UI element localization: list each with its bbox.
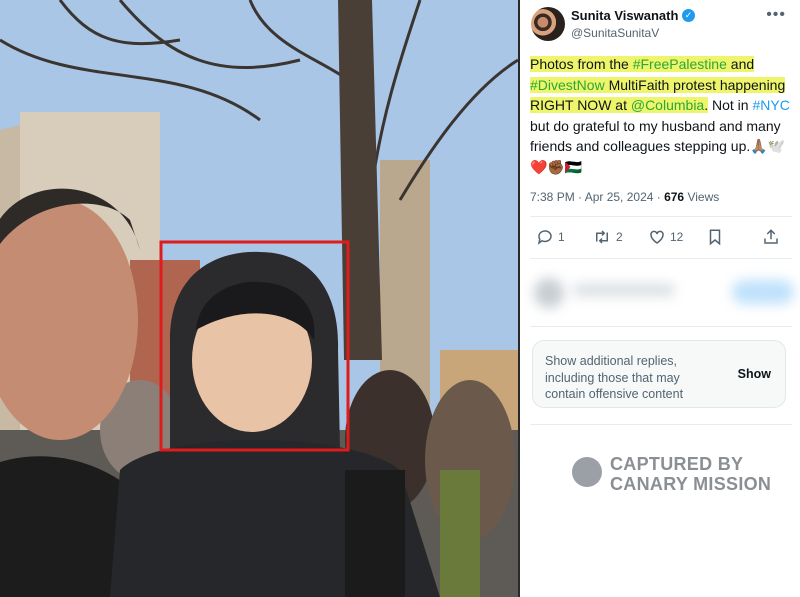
show-button[interactable]: Show	[738, 367, 771, 381]
repost-button[interactable]: 2	[592, 228, 623, 246]
share-icon	[764, 229, 778, 244]
user-handle[interactable]: @SunitaSunitaV	[571, 26, 659, 40]
reply-icon	[537, 230, 552, 245]
hashtag-divestnow[interactable]: #DivestNow	[530, 77, 605, 93]
hashtag-freepalestine[interactable]: #FreePalestine	[633, 56, 727, 72]
timestamp[interactable]: 7:38 PM · Apr 25, 2024 ·	[530, 190, 664, 204]
views-label: Views	[684, 190, 720, 204]
watermark: CAPTURED BY CANARY MISSION	[572, 454, 792, 494]
bookmark-button[interactable]	[706, 228, 724, 246]
heart-icon	[650, 230, 664, 244]
hashtag-nyc[interactable]: #NYC	[752, 97, 789, 113]
action-bar: 1 2 12	[530, 228, 792, 250]
tweet-meta: 7:38 PM · Apr 25, 2024 · 676 Views	[530, 190, 719, 204]
tweet-text: Photos from the #FreePalestine and #Dive…	[530, 54, 792, 177]
like-count: 12	[670, 230, 684, 244]
text-segment: Not in	[708, 97, 753, 113]
protest-photo	[0, 0, 518, 597]
like-button[interactable]: 12	[648, 228, 683, 246]
text-segment: but do grateful to my husband and many f…	[530, 117, 781, 155]
text-segment: Photos from the	[530, 56, 633, 72]
display-name[interactable]: Sunita Viswanath	[571, 8, 678, 23]
additional-replies-text: Show additional replies, including those…	[545, 354, 684, 401]
blurred-reply	[526, 266, 800, 324]
separator	[530, 326, 792, 327]
tweet-panel: Sunita Viswanath ✓ @SunitaSunitaV ••• Ph…	[520, 0, 800, 597]
share-button[interactable]	[762, 228, 780, 246]
mention-columbia[interactable]: @Columbia	[631, 97, 704, 113]
separator	[530, 258, 792, 259]
views-count: 676	[664, 190, 685, 204]
repost-icon	[596, 230, 608, 244]
watermark-text: CAPTURED BY CANARY MISSION	[610, 454, 771, 494]
reply-button[interactable]: 1	[536, 228, 565, 246]
canary-logo-icon	[572, 457, 602, 487]
verified-badge-icon: ✓	[682, 9, 695, 22]
separator	[530, 424, 792, 425]
watermark-line-1: CAPTURED BY	[610, 454, 744, 474]
reply-count: 1	[558, 230, 565, 244]
text-segment: and	[726, 56, 755, 72]
bookmark-icon	[709, 229, 721, 246]
more-options-icon[interactable]: •••	[766, 6, 786, 24]
additional-replies-box: Show additional replies, including those…	[532, 340, 786, 408]
avatar[interactable]	[531, 7, 565, 41]
separator	[530, 216, 792, 217]
photo-scene	[0, 0, 518, 597]
watermark-line-2: CANARY MISSION	[610, 474, 772, 494]
repost-count: 2	[616, 230, 623, 244]
